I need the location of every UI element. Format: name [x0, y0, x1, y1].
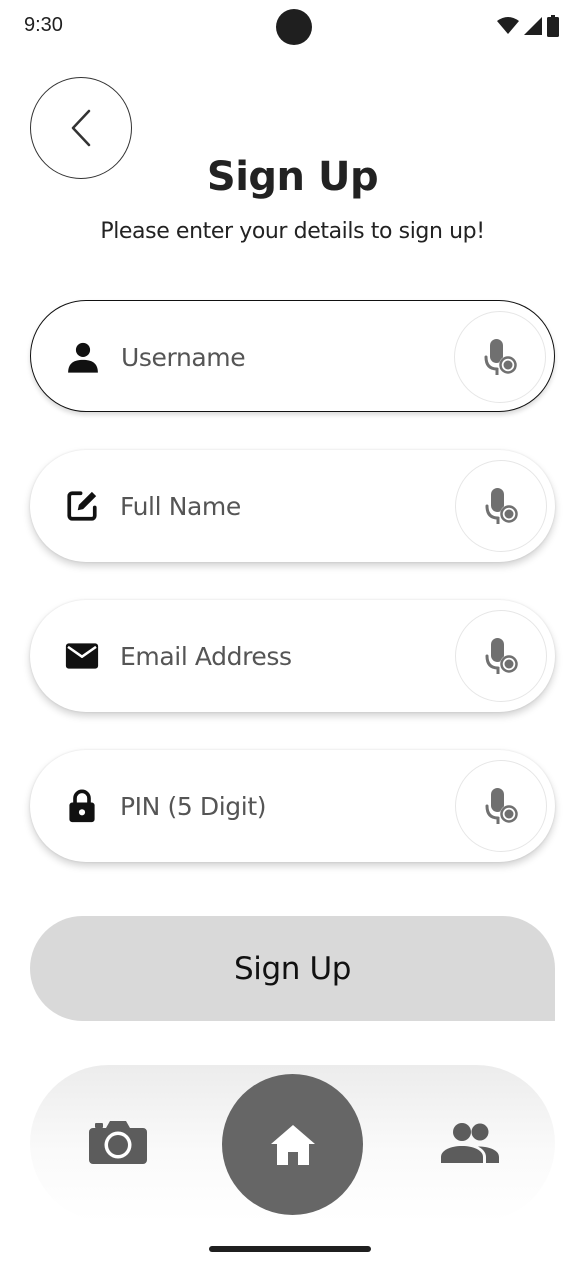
sign-up-button[interactable]: Sign Up [30, 916, 555, 1021]
full-name-field[interactable] [30, 450, 555, 562]
bottom-nav [30, 1065, 555, 1222]
mic-icon [485, 788, 518, 824]
voice-input-button[interactable] [455, 460, 547, 552]
status-bar: 9:30 [0, 0, 585, 56]
chevron-left-icon [71, 109, 91, 147]
wifi-icon [497, 17, 519, 34]
voice-input-button[interactable] [455, 610, 547, 702]
nav-home-button[interactable] [222, 1074, 363, 1215]
edit-icon [64, 488, 100, 524]
username-field[interactable] [30, 300, 555, 412]
mic-icon [484, 339, 517, 375]
page-subtitle: Please enter your details to sign up! [100, 219, 485, 244]
home-icon [270, 1124, 315, 1165]
status-icons [497, 15, 559, 37]
full-name-input[interactable] [120, 480, 440, 532]
email-field[interactable] [30, 600, 555, 712]
nav-people-button[interactable] [440, 1123, 500, 1163]
front-camera [276, 9, 312, 45]
home-indicator [209, 1246, 371, 1252]
pin-input[interactable] [120, 780, 440, 832]
voice-input-button[interactable] [454, 311, 546, 403]
people-icon [441, 1123, 499, 1163]
battery-icon [547, 15, 559, 37]
page-title: Sign Up [206, 154, 379, 200]
signal-icon [524, 17, 542, 35]
nav-camera-button[interactable] [88, 1117, 148, 1167]
username-input[interactable] [121, 331, 441, 383]
person-icon [65, 339, 101, 375]
voice-input-button[interactable] [455, 760, 547, 852]
mail-icon [64, 638, 100, 674]
pin-field[interactable] [30, 750, 555, 862]
status-time: 9:30 [24, 14, 63, 36]
email-input[interactable] [120, 630, 440, 682]
mic-icon [485, 488, 518, 524]
camera-icon [89, 1121, 147, 1164]
mic-icon [485, 638, 518, 674]
lock-icon [64, 788, 100, 824]
